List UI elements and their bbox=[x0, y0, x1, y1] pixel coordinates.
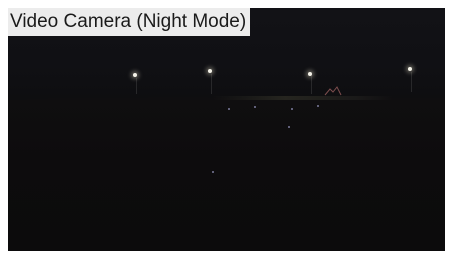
distant-structure bbox=[324, 86, 342, 96]
street-light bbox=[308, 72, 312, 76]
camera-feed bbox=[8, 8, 445, 251]
water-reflection bbox=[291, 108, 293, 110]
street-light bbox=[408, 67, 412, 71]
dark-water bbox=[8, 100, 445, 251]
water-reflection bbox=[254, 106, 256, 108]
water-reflection bbox=[317, 105, 319, 107]
light-pole bbox=[211, 74, 212, 94]
water-reflection bbox=[228, 108, 230, 110]
shoreline-glow bbox=[213, 96, 393, 100]
light-pole bbox=[311, 76, 312, 94]
water-reflection bbox=[212, 171, 214, 173]
street-light bbox=[133, 73, 137, 77]
camera-title-label: Video Camera (Night Mode) bbox=[8, 8, 251, 36]
street-light bbox=[208, 69, 212, 73]
light-pole bbox=[136, 78, 137, 94]
light-pole bbox=[411, 72, 412, 92]
water-reflection bbox=[288, 126, 290, 128]
